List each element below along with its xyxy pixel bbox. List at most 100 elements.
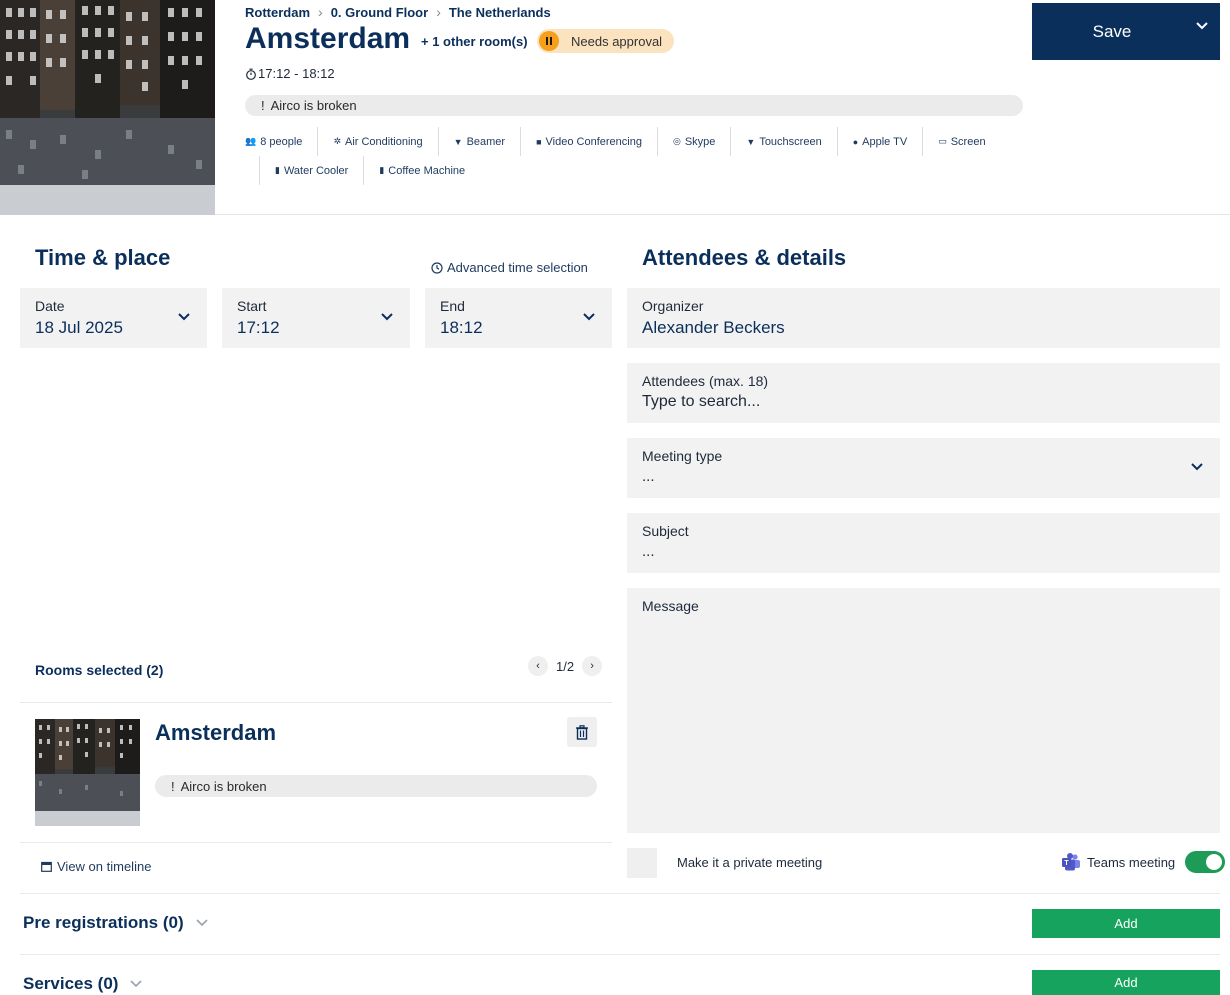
coffee-machine-icon: ▮	[379, 165, 385, 175]
delete-room-button[interactable]	[567, 717, 597, 747]
save-button[interactable]: Save	[1032, 3, 1220, 60]
pause-icon	[539, 31, 559, 51]
svg-text:T: T	[1064, 860, 1069, 867]
feature-screen: ▭ Screen	[923, 127, 1000, 156]
water-cooler-icon: ▮	[275, 165, 280, 175]
skype-icon: ◎	[672, 136, 681, 146]
teams-meeting-label: Teams meeting	[1087, 854, 1176, 870]
chevron-right-icon[interactable]: ›	[582, 656, 603, 676]
exclamation-icon: !	[261, 98, 265, 113]
feature-water-cooler: ▮ Water Cooler	[259, 156, 365, 185]
feature-people: 👥 8 people	[237, 127, 319, 156]
date-select[interactable]: Date 18 Jul 2025	[20, 288, 207, 348]
advanced-time-selection-link[interactable]: Advanced time selection	[431, 260, 588, 275]
breadcrumb-item[interactable]: Rotterdam	[245, 5, 310, 20]
room-features: 👥 8 people ✲ Air Conditioning ▼ Beamer ■ Vid…	[237, 127, 1037, 185]
breadcrumb: Rotterdam › 0. Ground Floor › The Nether…	[245, 4, 551, 20]
view-on-timeline-link[interactable]: View on timeline	[41, 859, 151, 874]
feature-coffee-machine: ▮ Coffee Machine	[364, 156, 480, 185]
chevron-left-icon[interactable]: ‹	[528, 656, 548, 676]
attendees-label: Attendees (max. 18)	[642, 373, 769, 389]
meeting-type-select[interactable]: Meeting type ...	[627, 438, 1220, 498]
date-value: 18 Jul 2025	[35, 318, 123, 337]
room-header: Rotterdam › 0. Ground Floor › The Nether…	[0, 0, 1230, 215]
add-pre-registration-button[interactable]: Add	[1032, 909, 1220, 938]
message-textarea[interactable]: Message	[627, 588, 1220, 833]
message-label: Message	[642, 598, 699, 614]
people-icon: 👥	[245, 136, 257, 146]
breadcrumb-item[interactable]: 0. Ground Floor	[331, 5, 429, 20]
feature-label: Air Conditioning	[344, 135, 423, 148]
stopwatch-icon	[246, 68, 256, 80]
feature-label: Apple TV	[862, 135, 908, 148]
subject-label: Subject	[642, 523, 689, 539]
start-label: Start	[237, 298, 267, 314]
meeting-type-label: Meeting type	[642, 448, 723, 464]
pre-registrations-title: Pre registrations (0)	[23, 913, 184, 932]
end-value: 18:12	[440, 318, 483, 337]
time-place-heading: Time & place	[35, 245, 171, 270]
organizer-field[interactable]: Organizer Alexander Beckers	[627, 288, 1220, 348]
clock-icon	[431, 261, 443, 274]
chevron-right-icon: ›	[436, 4, 441, 20]
start-value: 17:12	[237, 318, 280, 337]
advanced-time-selection-label: Advanced time selection	[447, 260, 588, 275]
rooms-pager: ‹ 1/2 ›	[528, 656, 603, 676]
feature-label: Touchscreen	[759, 135, 822, 148]
feature-skype: ◎ Skype	[658, 127, 732, 156]
feature-air-conditioning: ✲ Air Conditioning	[318, 127, 439, 156]
subject-field[interactable]: Subject ...	[627, 513, 1220, 573]
beamer-icon: ▼	[453, 136, 463, 147]
room-title: Amsterdam	[245, 22, 411, 55]
divider	[20, 702, 612, 703]
attendees-details-heading: Attendees & details	[642, 245, 847, 270]
feature-label: Skype	[684, 135, 716, 148]
organizer-label: Organizer	[642, 298, 704, 314]
time-range: 17:12 - 18:12	[245, 66, 335, 81]
feature-touchscreen: ▼ Touchscreen	[731, 127, 838, 156]
warning-pill: ! Airco is broken	[245, 95, 1023, 116]
chevron-down-icon	[196, 916, 208, 930]
divider	[20, 893, 1220, 894]
air-conditioning-icon: ✲	[333, 136, 341, 146]
touchscreen-icon: ▼	[746, 136, 756, 147]
teams-meeting-toggle[interactable]	[1185, 851, 1226, 873]
add-service-button[interactable]: Add	[1032, 970, 1220, 995]
breadcrumb-item[interactable]: The Netherlands	[449, 5, 551, 20]
feature-label: Screen	[950, 135, 986, 148]
pager-text: 1/2	[556, 658, 575, 674]
divider	[20, 954, 1220, 955]
divider	[20, 842, 612, 843]
chevron-right-icon: ›	[318, 4, 323, 20]
subject-value: ...	[642, 543, 655, 560]
attendees-search-input[interactable]: Type to search...	[642, 393, 760, 411]
chevron-down-icon	[130, 977, 143, 991]
chevron-down-icon	[177, 310, 191, 324]
status-badge: Needs approval	[537, 29, 674, 53]
organizer-value: Alexander Beckers	[642, 318, 785, 337]
start-time-select[interactable]: Start 17:12	[222, 288, 410, 348]
chevron-down-icon	[380, 310, 394, 324]
screen-icon: ▭	[938, 136, 947, 146]
chevron-down-icon[interactable]	[1184, 19, 1220, 33]
private-meeting-label: Make it a private meeting	[677, 855, 823, 870]
private-meeting-checkbox[interactable]	[627, 848, 657, 878]
save-button-label: Save	[1092, 21, 1132, 41]
view-on-timeline-label: View on timeline	[57, 859, 152, 874]
status-badge-label: Needs approval	[571, 33, 663, 49]
feature-label: Video Conferencing	[545, 135, 642, 148]
trash-icon	[576, 724, 588, 740]
rooms-selected-heading: Rooms selected (2)	[35, 662, 164, 678]
calendar-icon	[41, 861, 52, 872]
room-warning-pill: ! Airco is broken	[155, 775, 597, 797]
room-name: Amsterdam	[155, 720, 277, 745]
services-toggle[interactable]: Services (0)	[23, 974, 143, 994]
other-rooms-link[interactable]: + 1 other room(s)	[421, 34, 528, 49]
chevron-down-icon	[1190, 460, 1204, 474]
teams-icon: T	[1062, 853, 1080, 871]
apple-tv-icon: ●	[852, 136, 859, 147]
pre-registrations-toggle[interactable]: Pre registrations (0)	[23, 913, 208, 933]
end-time-select[interactable]: End 18:12	[425, 288, 612, 348]
feature-label: Water Cooler	[283, 164, 349, 177]
video-conferencing-icon: ■	[536, 136, 542, 147]
